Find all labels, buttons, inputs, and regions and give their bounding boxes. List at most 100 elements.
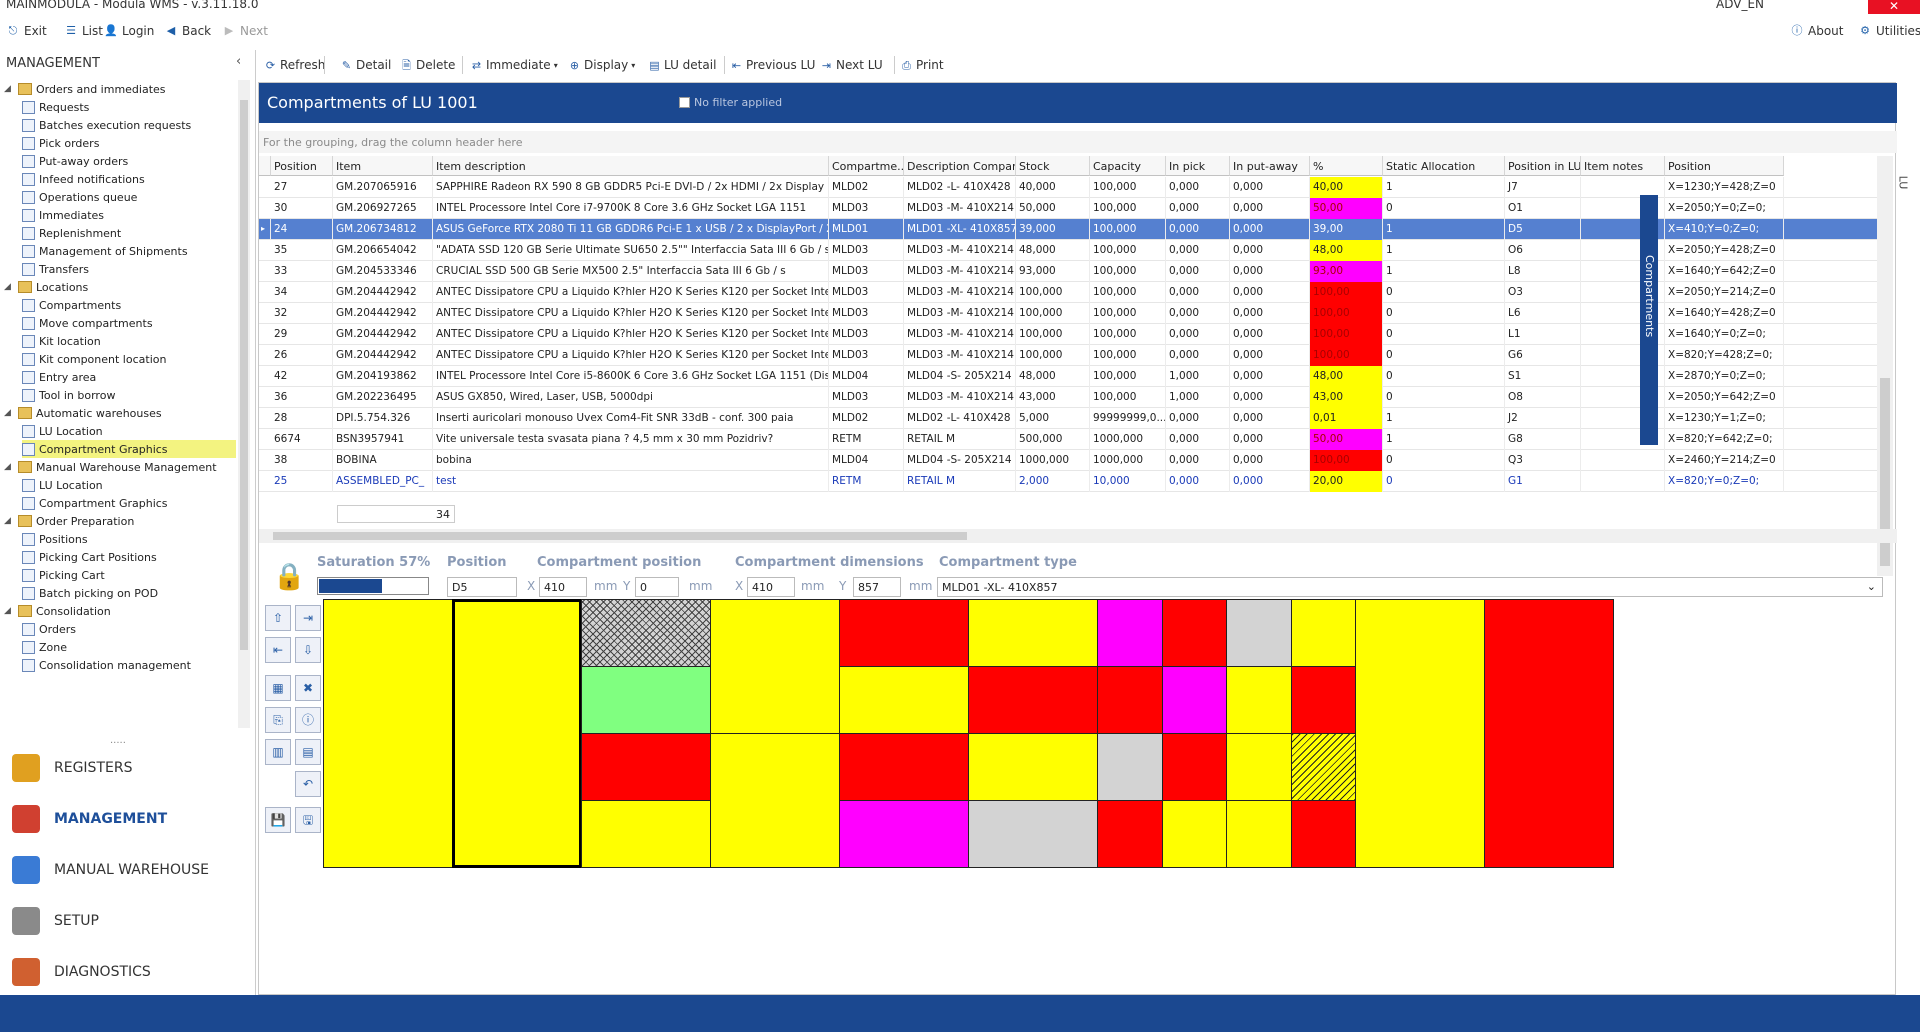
filter-checkbox[interactable] [679, 97, 690, 108]
compartments-side-tab[interactable]: Compartments [1640, 195, 1658, 445]
tree-item[interactable]: Immediates [22, 206, 236, 224]
grid-hscroll-thumb[interactable] [273, 532, 967, 540]
grouping-area[interactable]: For the grouping, drag the column header… [259, 131, 1897, 153]
column-header[interactable]: Capacity [1090, 156, 1166, 176]
print-button[interactable]: ⎙ Print [900, 58, 944, 72]
exit-button[interactable]: ⎋ Exit [6, 24, 47, 38]
compartment-cell[interactable] [968, 599, 1098, 667]
tree-item[interactable]: Put-away orders [22, 152, 236, 170]
grid-vertical-scrollbar[interactable] [1877, 156, 1893, 576]
undo-button[interactable]: ↶ [295, 771, 321, 797]
compartment-cell[interactable] [1161, 599, 1227, 667]
detail-button[interactable]: ✎ Detail [340, 58, 391, 72]
tree-item[interactable]: Batch picking on POD [22, 584, 236, 602]
tree-item[interactable]: Entry area [22, 368, 236, 386]
dimension-x-input[interactable]: 410 [747, 577, 795, 597]
split-horizontal-button[interactable]: ▤ [295, 739, 321, 765]
column-header[interactable]: Description Compar... [904, 156, 1016, 176]
compartment-cell[interactable] [839, 800, 969, 868]
previous-lu-button[interactable]: ⇤ Previous LU [730, 58, 816, 72]
compartment-cell[interactable] [581, 666, 711, 734]
table-row[interactable]: 35 GM.206654042 "ADATA SSD 120 GB Serie Ul… [259, 240, 1877, 261]
compartment-cell[interactable] [1355, 599, 1485, 868]
compartment-cell[interactable] [581, 733, 711, 801]
tree-item[interactable]: Picking Cart [22, 566, 236, 584]
table-row[interactable]: 38 BOBINA bobina MLD04 MLD04 -S- 205X214 1000… [259, 450, 1877, 471]
lock-icon[interactable]: 🔒 [273, 561, 305, 593]
compartment-cell[interactable] [1161, 800, 1227, 868]
table-row[interactable]: 25 ASSEMBLED_PC_ test RETM RETAIL M 2,000 10,0… [259, 471, 1877, 492]
move-down-button[interactable]: ⇩ [295, 637, 321, 663]
utilities-button[interactable]: ⚙ Utilities [1858, 24, 1920, 38]
compartment-cell[interactable] [1226, 733, 1292, 801]
tree-item[interactable]: Transfers [22, 260, 236, 278]
tree-item[interactable]: LU Location [22, 422, 236, 440]
immediate-dropdown[interactable]: ⇄ Immediate ▾ [470, 58, 558, 72]
compartment-cell[interactable] [710, 733, 840, 868]
split-vertical-button[interactable]: ▥ [265, 739, 291, 765]
splitter-grip[interactable]: ..... [110, 735, 126, 746]
table-row[interactable]: 30 GM.206927265 INTEL Processore Intel Cor… [259, 198, 1877, 219]
move-left-button[interactable]: ⇤ [265, 637, 291, 663]
dimension-y-input[interactable]: 857 [853, 577, 901, 597]
collapse-panel-icon[interactable]: ‹ [236, 54, 241, 69]
tree-item[interactable]: Compartments [22, 296, 236, 314]
tree-item[interactable]: Compartment Graphics [22, 440, 236, 458]
move-up-button[interactable]: ⇧ [265, 605, 291, 631]
compartment-cell[interactable] [839, 733, 969, 801]
compartment-cell[interactable] [452, 599, 582, 868]
copy-button[interactable]: ⎘ [265, 707, 291, 733]
table-row[interactable]: 26 GM.204442942 ANTEC Dissipatore CPU a Li… [259, 345, 1877, 366]
tree-item[interactable]: ◢ Automatic warehouses [4, 404, 236, 422]
tree-item[interactable]: Picking Cart Positions [22, 548, 236, 566]
compartment-cell[interactable] [839, 666, 969, 734]
grid-horizontal-scrollbar[interactable] [259, 529, 1897, 543]
compartment-cell[interactable] [581, 800, 711, 868]
insert-button[interactable]: ⇥ [295, 605, 321, 631]
expand-toggle-icon[interactable]: ◢ [4, 408, 14, 418]
tree-item[interactable]: Orders [22, 620, 236, 638]
tree-item[interactable]: Operations queue [22, 188, 236, 206]
tree-item[interactable]: Kit location [22, 332, 236, 350]
compartment-cell[interactable] [1290, 800, 1356, 868]
close-window-button[interactable]: ✕ [1868, 0, 1920, 14]
tree-item[interactable]: Tool in borrow [22, 386, 236, 404]
nav-manual-warehouse[interactable]: MANUAL WAREHOUSE [12, 850, 209, 890]
compartment-cell[interactable] [1290, 733, 1356, 801]
save-button[interactable]: 💾 [265, 807, 291, 833]
table-row[interactable]: 42 GM.204193862 INTEL Processore Intel Cor… [259, 366, 1877, 387]
table-row[interactable]: 34 GM.204442942 ANTEC Dissipatore CPU a Li… [259, 282, 1877, 303]
next-lu-button[interactable]: ⇥ Next LU [820, 58, 883, 72]
column-header[interactable]: % [1310, 156, 1383, 176]
column-header[interactable]: Stock [1016, 156, 1090, 176]
column-header[interactable]: Static Allocation [1383, 156, 1505, 176]
tree-item[interactable]: ◢ Consolidation [4, 602, 236, 620]
tree-item[interactable]: Positions [22, 530, 236, 548]
tree-item[interactable]: ◢ Order Preparation [4, 512, 236, 530]
tree-item[interactable]: ◢ Locations [4, 278, 236, 296]
column-header[interactable]: Item notes [1581, 156, 1665, 176]
login-button[interactable]: 👤 Login [104, 24, 154, 38]
column-header[interactable]: Compartme... [829, 156, 904, 176]
tree-item[interactable]: Compartment Graphics [22, 494, 236, 512]
compartment-cell[interactable] [1097, 599, 1163, 667]
compartment-cell[interactable] [968, 733, 1098, 801]
compartment-cell[interactable] [323, 599, 453, 868]
tree-item[interactable]: Infeed notifications [22, 170, 236, 188]
column-header[interactable]: Item description [433, 156, 829, 176]
lu-side-tab[interactable]: LU [1896, 176, 1909, 190]
compartment-cell[interactable] [1290, 599, 1356, 667]
compartment-cell[interactable] [1484, 599, 1614, 868]
delete-button[interactable]: 🗎 Delete [400, 58, 455, 72]
table-row[interactable]: ▸ 24 GM.206734812 ASUS GeForce RTX 2080 Ti … [259, 219, 1877, 240]
tree-item[interactable]: Batches execution requests [22, 116, 236, 134]
add-compartment-button[interactable]: ▦ [265, 675, 291, 701]
column-header[interactable]: Position [271, 156, 333, 176]
column-header[interactable]: Position in LU [1505, 156, 1581, 176]
column-header[interactable]: In put-away [1230, 156, 1310, 176]
expand-toggle-icon[interactable]: ◢ [4, 606, 14, 616]
compartment-cell[interactable] [1097, 666, 1163, 734]
compartment-cell[interactable] [1097, 800, 1163, 868]
position-y-input[interactable]: 0 [635, 577, 679, 597]
expand-toggle-icon[interactable]: ◢ [4, 462, 14, 472]
